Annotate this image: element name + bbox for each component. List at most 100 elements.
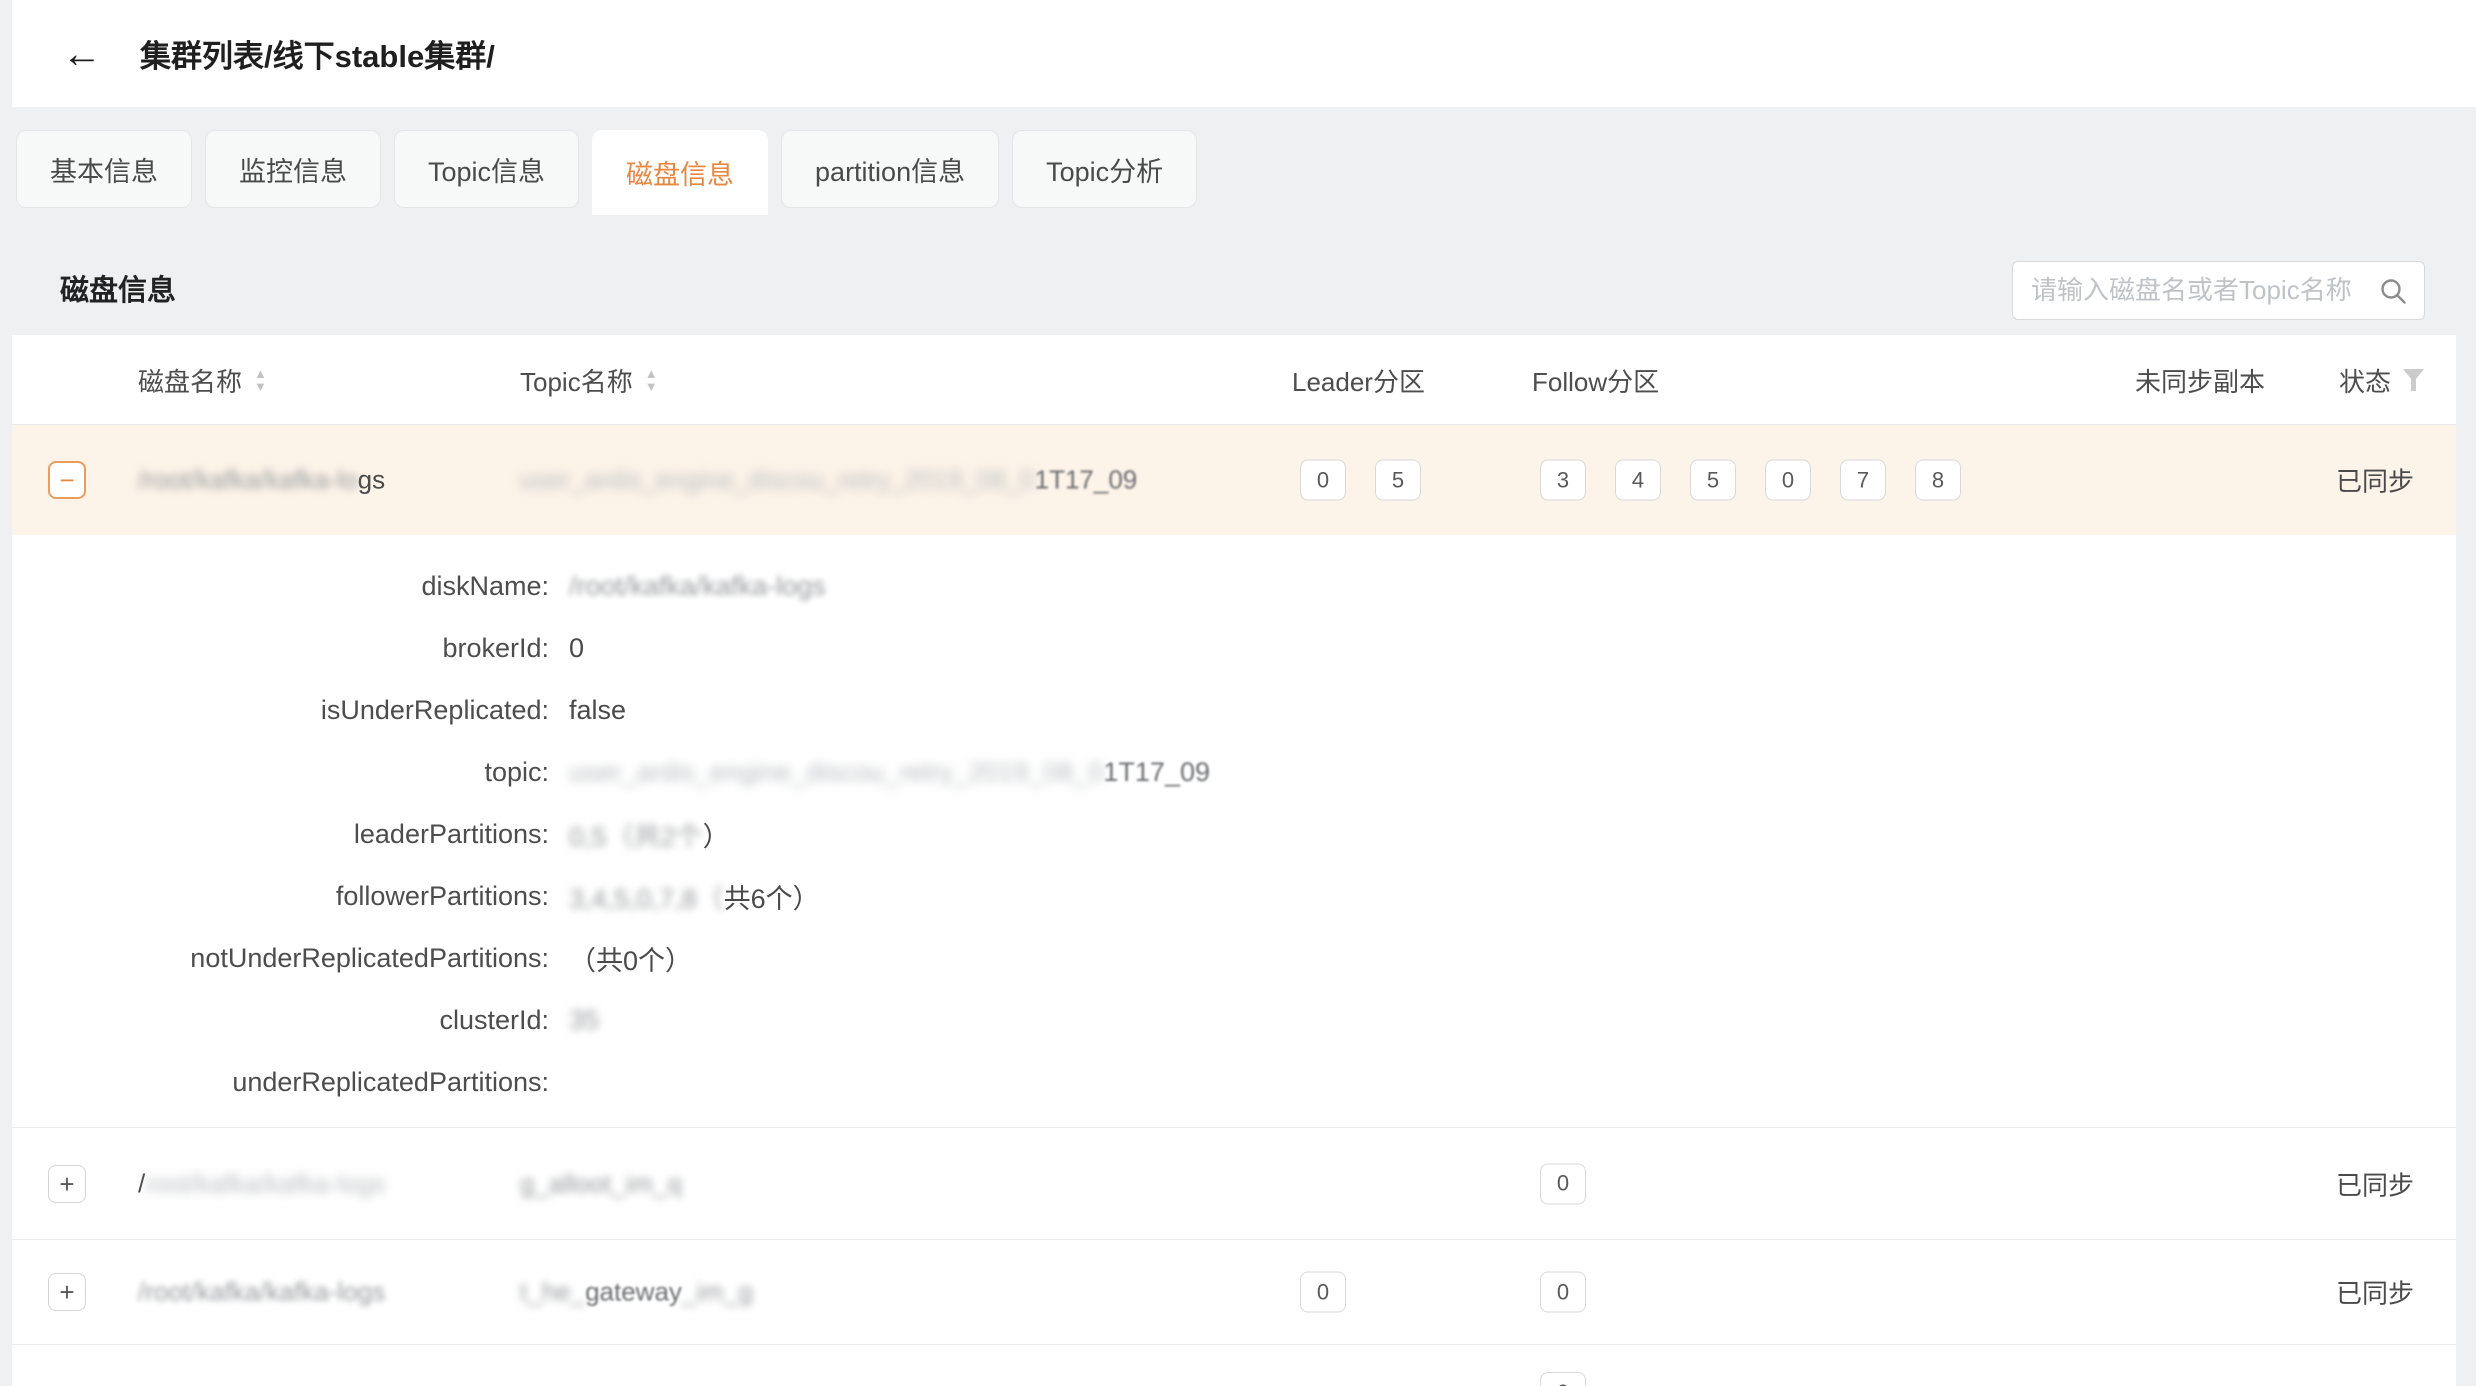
detail-label: diskName: bbox=[12, 571, 549, 602]
column-label: 磁盘名称 bbox=[138, 362, 242, 399]
sorter[interactable]: ▲ ▼ bbox=[254, 369, 267, 392]
status-badge: 已同步 bbox=[2336, 462, 2414, 499]
clear-text: 0 bbox=[569, 633, 584, 663]
expand-row-button[interactable]: + bbox=[48, 1273, 86, 1311]
partition-chip: 0 bbox=[1540, 1163, 1586, 1204]
column-label: 未同步副本 bbox=[2135, 362, 2265, 399]
column-label: Leader分区 bbox=[1292, 362, 1425, 399]
page-header: ← 集群列表/线下stable集群/ bbox=[12, 0, 2476, 107]
table-row[interactable]: + /root/kafka/kafka-logs g_alloot_im_q 0… bbox=[12, 1128, 2456, 1240]
search-input[interactable] bbox=[2029, 274, 2378, 307]
detail-label: isUnderReplicated: bbox=[12, 695, 549, 726]
table-row[interactable]: 0 bbox=[12, 1345, 2456, 1386]
detail-line-topic: topic: user_ardis_engine_discou_retry_20… bbox=[12, 741, 2456, 803]
semi-clear-text: gateway bbox=[585, 1277, 682, 1307]
column-label: Follow分区 bbox=[1532, 362, 1659, 399]
sort-asc-icon[interactable]: ▲ bbox=[254, 369, 267, 379]
collapse-row-button[interactable]: − bbox=[48, 461, 86, 499]
partition-chip: 7 bbox=[1840, 460, 1886, 501]
detail-line-clusterid: clusterId: 35 bbox=[12, 989, 2456, 1051]
redacted-text: /root/kafka/kafka-lo bbox=[138, 465, 358, 495]
redacted-text: t_he_ bbox=[520, 1277, 585, 1307]
disk-name-cell: /root/kafka/kafka-logs bbox=[138, 1168, 385, 1199]
partition-chip: 0 bbox=[1540, 1372, 1586, 1386]
tab-bar: 基本信息 监控信息 Topic信息 磁盘信息 partition信息 Topic… bbox=[16, 130, 1197, 215]
detail-line-notunderreplicatedpartitions: notUnderReplicatedPartitions: （共0个） bbox=[12, 927, 2456, 989]
partition-chip: 0 bbox=[1540, 1272, 1586, 1313]
clear-text: ） bbox=[703, 822, 730, 852]
redacted-text: /root/kafka/kafka-logs bbox=[569, 571, 826, 601]
tab-topic-info[interactable]: Topic信息 bbox=[394, 130, 579, 208]
tab-topic-analysis[interactable]: Topic分析 bbox=[1012, 130, 1197, 208]
detail-label: brokerId: bbox=[12, 633, 549, 664]
tab-partition-info[interactable]: partition信息 bbox=[781, 130, 999, 208]
column-header-disk-name: 磁盘名称 ▲ ▼ bbox=[138, 335, 267, 425]
column-header-topic-name: Topic名称 ▲ ▼ bbox=[520, 335, 658, 425]
semi-clear-text: 1T17_09 bbox=[1103, 757, 1210, 787]
topic-name-cell: user_ardis_engine_discou_retry_2019_08_0… bbox=[520, 465, 1137, 496]
column-header-unsynced-replicas: 未同步副本 bbox=[2135, 335, 2265, 425]
tab-basic-info[interactable]: 基本信息 bbox=[16, 130, 192, 208]
column-label: 状态 bbox=[2339, 362, 2391, 399]
detail-label: followerPartitions: bbox=[12, 881, 549, 912]
search-icon[interactable] bbox=[2378, 276, 2408, 306]
topic-name-cell: g_alloot_im_q bbox=[520, 1168, 682, 1199]
redacted-text: 0,5（共2个 bbox=[569, 822, 703, 852]
sort-desc-icon[interactable]: ▼ bbox=[645, 382, 658, 392]
redacted-text: root/kafka/kafka-logs bbox=[145, 1168, 385, 1198]
filter-icon[interactable] bbox=[2403, 369, 2424, 391]
partition-chip: 5 bbox=[1690, 460, 1736, 501]
status-badge: 已同步 bbox=[2336, 1165, 2414, 1202]
detail-line-diskname: diskName: /root/kafka/kafka-logs bbox=[12, 555, 2456, 617]
tab-disk-info[interactable]: 磁盘信息 bbox=[592, 130, 768, 215]
detail-line-leaderpartitions: leaderPartitions: 0,5（共2个） bbox=[12, 803, 2456, 865]
column-header-leader-partitions: Leader分区 bbox=[1292, 335, 1425, 425]
column-header-follower-partitions: Follow分区 bbox=[1532, 335, 1659, 425]
detail-label: topic: bbox=[12, 757, 549, 788]
status-badge: 已同步 bbox=[2336, 1274, 2414, 1311]
follower-partition-chips: 0 bbox=[1540, 1272, 1586, 1313]
partition-chip: 3 bbox=[1540, 460, 1586, 501]
redacted-text: 3,4,5,0,7,8（ bbox=[569, 884, 724, 914]
redacted-text: user_ardis_engine_discou_retry_2019_08_0 bbox=[520, 465, 1035, 495]
leader-partition-chips: 0 bbox=[1300, 1272, 1346, 1313]
detail-label: underReplicatedPartitions: bbox=[12, 1067, 549, 1098]
redacted-text: /root/kafka/kafka-logs bbox=[138, 1277, 385, 1307]
follower-partition-chips: 3 4 5 0 7 8 bbox=[1540, 460, 1961, 501]
clear-text: 共6个） bbox=[724, 884, 820, 914]
detail-label: notUnderReplicatedPartitions: bbox=[12, 943, 549, 974]
disk-name-cell: /root/kafka/kafka-logs bbox=[138, 1277, 385, 1308]
disk-name-cell: /root/kafka/kafka-logs bbox=[138, 465, 385, 496]
follower-partition-chips: 0 bbox=[1540, 1372, 1586, 1386]
sort-asc-icon[interactable]: ▲ bbox=[645, 369, 658, 379]
detail-line-followerpartitions: followerPartitions: 3,4,5,0,7,8（共6个） bbox=[12, 865, 2456, 927]
semi-clear-text: 1T17_09 bbox=[1035, 465, 1138, 495]
back-icon[interactable]: ← bbox=[62, 34, 102, 74]
table-row[interactable]: − /root/kafka/kafka-logs user_ardis_engi… bbox=[12, 425, 2456, 535]
sort-desc-icon[interactable]: ▼ bbox=[254, 382, 267, 392]
clear-text: gs bbox=[358, 465, 385, 495]
detail-line-brokerid: brokerId: 0 bbox=[12, 617, 2456, 679]
row-detail-panel: diskName: /root/kafka/kafka-logs brokerI… bbox=[12, 535, 2456, 1128]
column-header-status: 状态 bbox=[2339, 335, 2424, 425]
detail-line-isunderreplicated: isUnderReplicated: false bbox=[12, 679, 2456, 741]
table-row[interactable]: + /root/kafka/kafka-logs t_he_gateway_im… bbox=[12, 1240, 2456, 1345]
clear-text: （共0个） bbox=[569, 946, 692, 976]
sorter[interactable]: ▲ ▼ bbox=[645, 369, 658, 392]
redacted-text: _im_g bbox=[682, 1277, 753, 1307]
page-title: 集群列表/线下stable集群/ bbox=[140, 31, 495, 76]
partition-chip: 8 bbox=[1915, 460, 1961, 501]
follower-partition-chips: 0 bbox=[1540, 1163, 1586, 1204]
panel-header: 磁盘信息 bbox=[12, 240, 2456, 335]
redacted-text: g_alloot_im_q bbox=[520, 1168, 682, 1198]
detail-line-underreplicatedpartitions: underReplicatedPartitions: bbox=[12, 1051, 2456, 1113]
partition-chip: 4 bbox=[1615, 460, 1661, 501]
tab-monitor-info[interactable]: 监控信息 bbox=[205, 130, 381, 208]
partition-chip: 5 bbox=[1375, 460, 1421, 501]
topic-name-cell: t_he_gateway_im_g bbox=[520, 1277, 753, 1308]
expand-row-button[interactable]: + bbox=[48, 1165, 86, 1203]
panel-title: 磁盘信息 bbox=[60, 267, 176, 309]
partition-chip: 0 bbox=[1300, 460, 1346, 501]
partition-chip: 0 bbox=[1765, 460, 1811, 501]
redacted-text: user_ardis_engine_discou_retry_2019_08_0 bbox=[569, 757, 1103, 787]
